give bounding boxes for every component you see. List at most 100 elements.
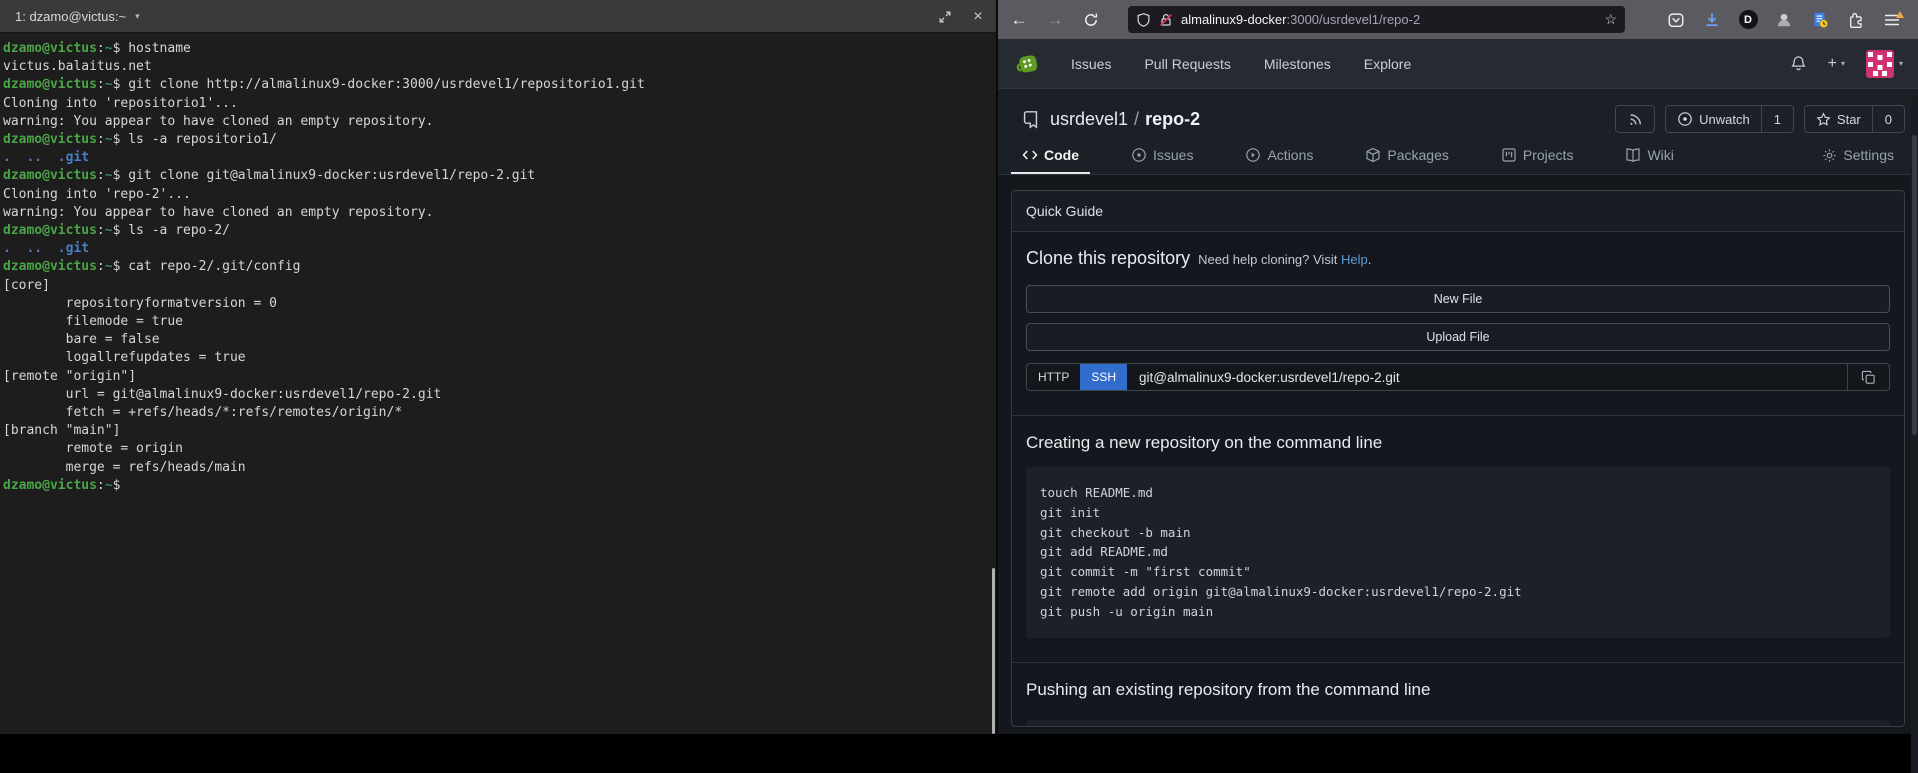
- create-repo-title: Creating a new repository on the command…: [1026, 433, 1890, 453]
- terminal-line: remote = origin: [3, 440, 996, 458]
- terminal-window: 1: dzamo@victus:~ ▾ × dzamo@victus:~$ ho…: [0, 0, 996, 734]
- copy-url-button[interactable]: [1847, 364, 1889, 390]
- clone-section: Clone this repository Need help cloning?…: [1012, 232, 1904, 415]
- browser-toolbar: ← → almalinux9-docker:3000/usrdevel1/rep…: [998, 0, 1918, 39]
- extension-document-clock-icon[interactable]: [1808, 8, 1832, 32]
- connection-insecure-icon[interactable]: [1158, 12, 1174, 28]
- terminal-line: [branch "main"]: [3, 422, 996, 440]
- downloads-icon[interactable]: [1700, 8, 1724, 32]
- push-repo-section: Pushing an existing repository from the …: [1012, 662, 1904, 726]
- terminal-line: bare = false: [3, 331, 996, 349]
- page-scrollbar-thumb[interactable]: [1912, 135, 1917, 435]
- push-code-block: [1026, 720, 1890, 726]
- create-code-block: touch README.mdgit initgit checkout -b m…: [1026, 467, 1890, 638]
- code-line: touch README.md: [1040, 483, 1876, 503]
- reload-button[interactable]: [1078, 7, 1104, 33]
- nav-item-explore[interactable]: Explore: [1364, 56, 1411, 72]
- terminal-line: [core]: [3, 277, 996, 295]
- tab-wiki[interactable]: Wiki: [1614, 147, 1684, 174]
- quick-guide-box: Quick Guide Clone this repository Need h…: [1011, 190, 1905, 727]
- create-repo-section: Creating a new repository on the command…: [1012, 415, 1904, 662]
- unwatch-button[interactable]: Unwatch: [1666, 106, 1761, 132]
- terminal-line: dzamo@victus:~$ hostname: [3, 40, 996, 58]
- terminal-line: dzamo@victus:~$ cat repo-2/.git/config: [3, 258, 996, 276]
- shield-icon[interactable]: [1136, 12, 1151, 28]
- tab-settings[interactable]: Settings: [1811, 147, 1905, 174]
- chevron-down-icon: ▾: [1899, 59, 1903, 68]
- repo-owner-link[interactable]: usrdevel1: [1050, 109, 1128, 129]
- nav-item-milestones[interactable]: Milestones: [1264, 56, 1331, 72]
- url-text[interactable]: almalinux9-docker:3000/usrdevel1/repo-2: [1181, 12, 1598, 27]
- star-button[interactable]: Star: [1805, 106, 1872, 132]
- code-line: git commit -m "first commit": [1040, 562, 1876, 582]
- tab-packages[interactable]: Packages: [1354, 147, 1459, 174]
- star-button-group[interactable]: Star 0: [1804, 105, 1905, 133]
- nav-item-pull-requests[interactable]: Pull Requests: [1144, 56, 1230, 72]
- terminal-title: 1: dzamo@victus:~: [15, 9, 126, 24]
- page-scrollbar[interactable]: [1911, 95, 1918, 773]
- terminal-line: dzamo@victus:~$ git clone git@almalinux9…: [3, 167, 996, 185]
- nav-item-issues[interactable]: Issues: [1071, 56, 1111, 72]
- repo-name-link[interactable]: repo-2: [1145, 109, 1200, 129]
- terminal-titlebar[interactable]: 1: dzamo@victus:~ ▾ ×: [0, 0, 996, 33]
- notifications-bell-icon[interactable]: [1790, 55, 1807, 72]
- pocket-icon[interactable]: [1664, 8, 1688, 32]
- url-path: :3000/usrdevel1/repo-2: [1287, 12, 1421, 27]
- back-button[interactable]: ←: [1006, 7, 1032, 33]
- upload-file-button[interactable]: Upload File: [1026, 323, 1890, 351]
- clone-url-input[interactable]: git@almalinux9-docker:usrdevel1/repo-2.g…: [1127, 364, 1847, 390]
- clone-url-bar: HTTP SSH git@almalinux9-docker:usrdevel1…: [1026, 363, 1890, 391]
- terminal-line: fetch = +refs/heads/*:refs/remotes/origi…: [3, 404, 996, 422]
- update-badge: [1896, 11, 1904, 18]
- bookmark-star-icon[interactable]: ☆: [1604, 11, 1617, 28]
- tab-actions[interactable]: Actions: [1234, 147, 1324, 174]
- quick-guide-header: Quick Guide: [1012, 191, 1904, 232]
- code-line: git checkout -b main: [1040, 523, 1876, 543]
- terminal-line: [remote "origin"]: [3, 368, 996, 386]
- ssh-toggle-button[interactable]: SSH: [1080, 364, 1127, 390]
- browser-window: ← → almalinux9-docker:3000/usrdevel1/rep…: [996, 0, 1918, 734]
- gitea-navbar: Issues Pull Requests Milestones Explore …: [998, 39, 1918, 89]
- code-line: git push -u origin main: [1040, 602, 1876, 622]
- menu-icon[interactable]: [1880, 8, 1904, 32]
- terminal-line: logallrefupdates = true: [3, 349, 996, 367]
- http-toggle-button[interactable]: HTTP: [1027, 364, 1080, 390]
- extensions-puzzle-icon[interactable]: [1844, 8, 1868, 32]
- terminal-line: dzamo@victus:~$ git clone http://almalin…: [3, 76, 996, 94]
- terminal-line: . .. .git: [3, 149, 996, 167]
- unwatch-button-group[interactable]: Unwatch 1: [1665, 105, 1794, 133]
- create-new-button[interactable]: + ▾: [1828, 55, 1845, 73]
- tab-projects[interactable]: Projects: [1490, 147, 1585, 174]
- terminal-line: warning: You appear to have cloned an em…: [3, 113, 996, 131]
- watchers-count[interactable]: 1: [1761, 106, 1793, 132]
- terminal-line: . .. .git: [3, 240, 996, 258]
- terminal-line: Cloning into 'repositorio1'...: [3, 95, 996, 113]
- tab-code[interactable]: Code: [1011, 147, 1090, 174]
- profile-icon[interactable]: [1772, 8, 1796, 32]
- terminal-line: repositoryformatversion = 0: [3, 295, 996, 313]
- terminal-line: dzamo@victus:~$ ls -a repo-2/: [3, 222, 996, 240]
- terminal-line: merge = refs/heads/main: [3, 459, 996, 477]
- terminal-line: Cloning into 'repo-2'...: [3, 186, 996, 204]
- help-link[interactable]: Help: [1341, 252, 1368, 267]
- extension-darkreader-icon[interactable]: D: [1736, 8, 1760, 32]
- new-file-button[interactable]: New File: [1026, 285, 1890, 313]
- push-repo-title: Pushing an existing repository from the …: [1026, 680, 1890, 700]
- close-window-icon[interactable]: ×: [970, 9, 986, 25]
- code-line: git remote add origin git@almalinux9-doc…: [1040, 582, 1876, 602]
- url-bar[interactable]: almalinux9-docker:3000/usrdevel1/repo-2 …: [1128, 6, 1625, 33]
- user-menu[interactable]: ▾: [1866, 50, 1903, 78]
- terminal-scrollbar[interactable]: [992, 568, 995, 734]
- repo-tabs: Code Issues Actions: [998, 133, 1918, 174]
- avatar: [1866, 50, 1894, 78]
- gitea-page: Issues Pull Requests Milestones Explore …: [998, 39, 1918, 734]
- forward-button[interactable]: →: [1042, 7, 1068, 33]
- gitea-logo-icon[interactable]: [1013, 50, 1043, 78]
- tab-issues[interactable]: Issues: [1120, 147, 1204, 174]
- stars-count[interactable]: 0: [1872, 106, 1904, 132]
- restore-window-icon[interactable]: [937, 9, 953, 25]
- chevron-down-icon[interactable]: ▾: [135, 11, 140, 22]
- terminal-line: filemode = true: [3, 313, 996, 331]
- rss-feed-button[interactable]: [1615, 105, 1655, 133]
- repo-header: usrdevel1/repo-2 Unwatch: [998, 89, 1918, 175]
